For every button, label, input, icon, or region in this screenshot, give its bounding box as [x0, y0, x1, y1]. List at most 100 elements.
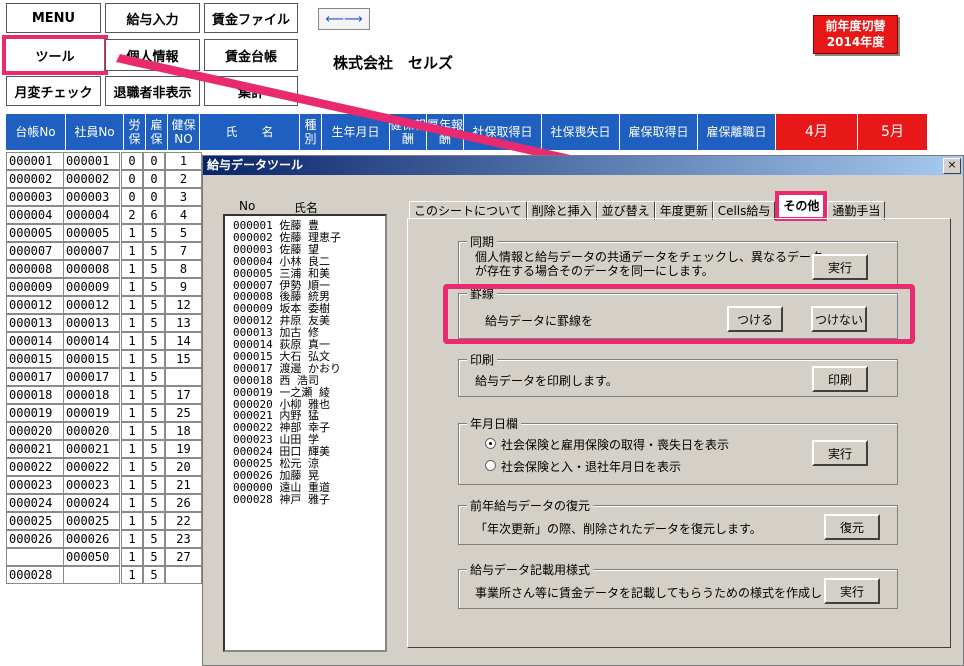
table-cell[interactable]: 1 — [121, 548, 143, 566]
close-button[interactable]: × — [943, 158, 961, 174]
table-cell[interactable]: 1 — [121, 440, 143, 458]
table-cell[interactable]: 000007 — [63, 242, 120, 260]
list-item[interactable]: 000021 内野 猛 — [233, 410, 319, 421]
table-cell[interactable]: 1 — [121, 476, 143, 494]
table-cell[interactable]: 22 — [165, 512, 202, 530]
table-cell[interactable]: 1 — [121, 368, 143, 386]
wage-file-button[interactable]: 賃金ファイル — [204, 3, 298, 33]
table-cell[interactable]: 0 — [143, 170, 165, 188]
list-item[interactable]: 000018 西 浩司 — [233, 375, 319, 386]
table-cell[interactable]: 000018 — [6, 386, 64, 404]
table-cell[interactable]: 000024 — [63, 494, 120, 512]
table-cell[interactable]: 000022 — [6, 458, 64, 476]
table-cell[interactable]: 000009 — [6, 278, 64, 296]
table-cell[interactable]: 5 — [143, 404, 165, 422]
table-cell[interactable]: 5 — [143, 242, 165, 260]
table-cell[interactable]: 000019 — [6, 404, 64, 422]
table-cell[interactable]: 5 — [143, 548, 165, 566]
table-cell[interactable]: 1 — [121, 404, 143, 422]
table-cell[interactable]: 14 — [165, 332, 202, 350]
table-cell[interactable]: 1 — [121, 386, 143, 404]
table-cell[interactable]: 000023 — [6, 476, 64, 494]
list-item[interactable]: 000017 渡邊 かおり — [233, 363, 341, 374]
table-cell[interactable] — [165, 368, 202, 386]
table-cell[interactable]: 12 — [165, 296, 202, 314]
table-cell[interactable]: 5 — [143, 566, 165, 584]
table-cell[interactable]: 000022 — [63, 458, 120, 476]
table-cell[interactable]: 4 — [165, 206, 202, 224]
table-cell[interactable]: 5 — [143, 530, 165, 548]
table-cell[interactable]: 000005 — [6, 224, 64, 242]
table-cell[interactable]: 000001 — [63, 152, 120, 170]
hide-retirees-button[interactable]: 退職者非表示 — [105, 76, 200, 106]
table-cell[interactable]: 000028 — [6, 566, 64, 584]
table-cell[interactable]: 18 — [165, 422, 202, 440]
table-cell[interactable]: 000014 — [63, 332, 120, 350]
table-cell[interactable] — [6, 548, 64, 566]
form-execute-button[interactable]: 実行 — [824, 578, 880, 604]
table-cell[interactable]: 000001 — [6, 152, 64, 170]
table-cell[interactable]: 1 — [121, 512, 143, 530]
monthly-change-check-button[interactable]: 月変チェック — [6, 76, 101, 106]
table-cell[interactable]: 5 — [143, 350, 165, 368]
table-cell[interactable]: 1 — [121, 314, 143, 332]
table-cell[interactable]: 000020 — [63, 422, 120, 440]
list-item[interactable]: 000004 小林 良二 — [233, 256, 330, 267]
list-item[interactable]: 000019 一之瀬 綾 — [233, 387, 330, 398]
list-item[interactable]: 000015 大石 弘文 — [233, 351, 330, 362]
list-item[interactable]: 000028 神戸 雅子 — [233, 494, 330, 505]
table-cell[interactable]: 23 — [165, 530, 202, 548]
table-cell[interactable]: 25 — [165, 404, 202, 422]
table-cell[interactable]: 000015 — [6, 350, 64, 368]
table-cell[interactable]: 000014 — [6, 332, 64, 350]
table-cell[interactable]: 000012 — [6, 296, 64, 314]
list-item[interactable]: 000009 坂本 委樹 — [233, 303, 330, 314]
list-item[interactable]: 000013 加古 修 — [233, 327, 319, 338]
table-cell[interactable]: 1 — [121, 458, 143, 476]
table-cell[interactable]: 1 — [121, 332, 143, 350]
table-cell[interactable]: 000026 — [63, 530, 120, 548]
table-cell[interactable]: 1 — [121, 350, 143, 368]
table-cell[interactable]: 19 — [165, 440, 202, 458]
list-item[interactable]: 000005 三浦 和美 — [233, 268, 330, 279]
table-cell[interactable]: 5 — [143, 314, 165, 332]
table-cell[interactable]: 000025 — [6, 512, 64, 530]
table-cell[interactable]: 000023 — [63, 476, 120, 494]
table-cell[interactable]: 5 — [143, 512, 165, 530]
table-cell[interactable]: 0 — [121, 152, 143, 170]
table-cell[interactable]: 7 — [165, 242, 202, 260]
table-cell[interactable]: 1 — [121, 296, 143, 314]
list-item[interactable]: 000002 佐藤 理恵子 — [233, 232, 341, 243]
list-item[interactable]: 000023 山田 学 — [233, 434, 319, 445]
table-cell[interactable]: 1 — [165, 152, 202, 170]
table-cell[interactable]: 000024 — [6, 494, 64, 512]
table-cell[interactable]: 000009 — [63, 278, 120, 296]
table-cell[interactable]: 8 — [165, 260, 202, 278]
list-item[interactable]: 000025 松元 涼 — [233, 458, 319, 469]
table-cell[interactable]: 17 — [165, 386, 202, 404]
list-item[interactable]: 000008 後藤 統男 — [233, 291, 330, 302]
table-cell[interactable]: 000017 — [6, 368, 64, 386]
list-item[interactable]: 000003 佐藤 望 — [233, 244, 319, 255]
table-cell[interactable]: 000003 — [6, 188, 64, 206]
menu-button[interactable]: MENU — [6, 3, 101, 33]
table-cell[interactable] — [165, 566, 202, 584]
prev-year-switch-button[interactable]: 前年度切替 2014年度 — [813, 15, 898, 54]
table-cell[interactable]: 000004 — [63, 206, 120, 224]
table-cell[interactable]: 000002 — [6, 170, 64, 188]
table-cell[interactable]: 21 — [165, 476, 202, 494]
table-cell[interactable]: 1 — [121, 224, 143, 242]
scroll-arrow-button[interactable]: ⟵⟶ — [318, 8, 370, 30]
table-cell[interactable]: 5 — [143, 422, 165, 440]
table-cell[interactable]: 2 — [121, 206, 143, 224]
radio-show-join-leave[interactable] — [485, 460, 496, 471]
wage-ledger-button[interactable]: 賃金台帳 — [204, 39, 298, 71]
list-item[interactable]: 000020 小柳 雅也 — [233, 399, 330, 410]
table-cell[interactable]: 5 — [143, 386, 165, 404]
table-cell[interactable]: 5 — [143, 332, 165, 350]
table-cell[interactable]: 000026 — [6, 530, 64, 548]
table-cell[interactable]: 0 — [121, 188, 143, 206]
salary-input-button[interactable]: 給与入力 — [105, 3, 200, 33]
table-cell[interactable]: 26 — [165, 494, 202, 512]
table-cell[interactable]: 5 — [143, 260, 165, 278]
